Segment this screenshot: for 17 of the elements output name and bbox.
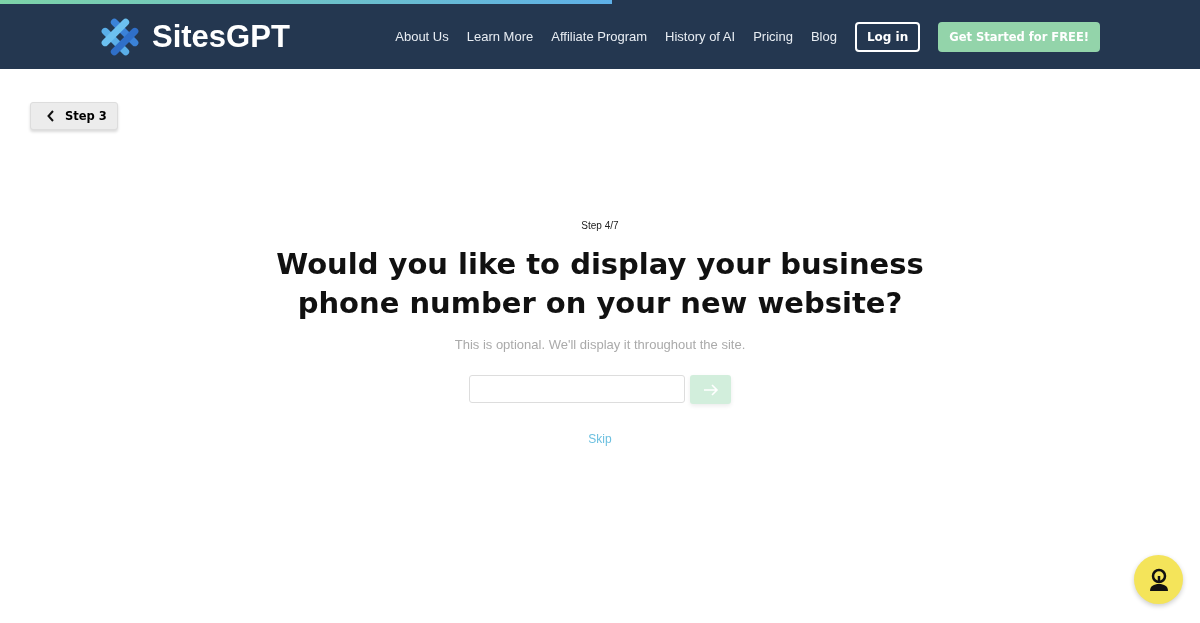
- back-button[interactable]: Step 3: [30, 102, 118, 130]
- login-button[interactable]: Log in: [854, 21, 921, 52]
- brand-name[interactable]: SitesGPT: [152, 18, 290, 55]
- nav-link[interactable]: Pricing: [753, 29, 793, 44]
- arrow-icon: [702, 383, 719, 396]
- nav-link[interactable]: History of AI: [665, 29, 736, 44]
- subtitle: This is optional. We'll display it throughout the site.: [454, 337, 746, 352]
- step-counter: Step 4/7: [581, 220, 619, 231]
- nav-link[interactable]: Blog: [810, 29, 837, 44]
- person-icon: [1147, 566, 1170, 593]
- chevron-left-icon: [47, 110, 55, 122]
- heading: Would you like to display your business phone number on your new website?: [275, 246, 925, 322]
- nav-link[interactable]: Affiliate Program: [551, 29, 648, 44]
- chat-button[interactable]: [1134, 555, 1183, 604]
- phone-input[interactable]: [469, 375, 685, 403]
- nav-link[interactable]: About Us: [395, 29, 449, 44]
- nav-link[interactable]: Learn More: [466, 29, 534, 44]
